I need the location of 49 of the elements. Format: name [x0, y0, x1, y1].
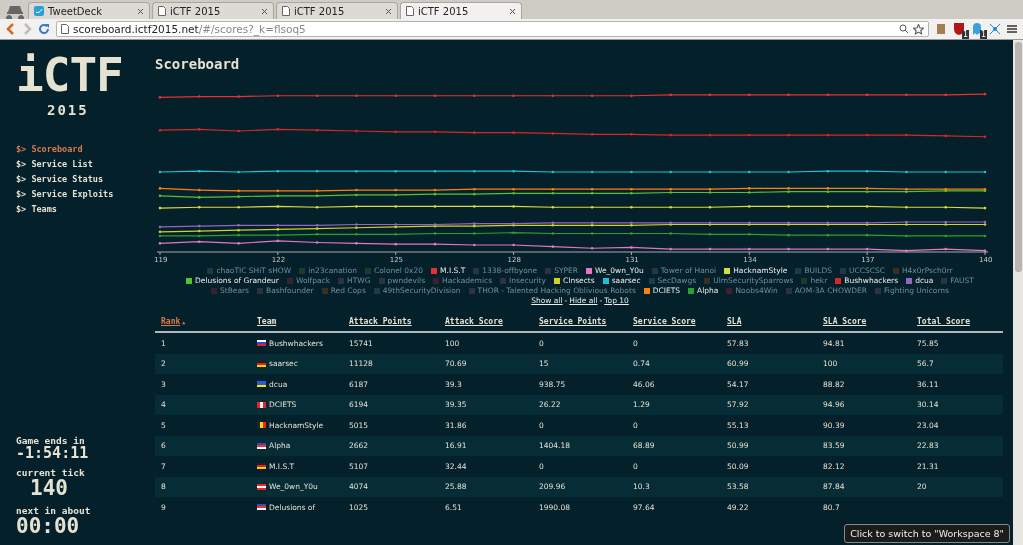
nav-link[interactable]: $> Teams — [16, 204, 57, 214]
browser-tab[interactable]: iCTF 2015 — [152, 2, 274, 19]
page-title: Scoreboard — [155, 56, 240, 72]
zoom-icon[interactable] — [899, 24, 909, 34]
page-icon — [282, 6, 290, 16]
status-value: -1:54:11 — [16, 446, 89, 461]
browser-tab[interactable]: iCTF 2015 — [400, 2, 522, 19]
nav-link[interactable]: $> Scoreboard — [16, 144, 83, 154]
menu-icon[interactable] — [1007, 24, 1017, 34]
scrollbar-thumb[interactable] — [1014, 42, 1022, 272]
close-icon[interactable] — [137, 7, 144, 15]
page-icon — [61, 24, 69, 34]
network-icon[interactable] — [989, 23, 1001, 35]
column-header[interactable]: Attack Points — [349, 316, 412, 326]
browser-tab[interactable]: TweetDeck — [28, 2, 150, 19]
column-header[interactable]: Service Points — [539, 316, 607, 326]
extension-icon[interactable] — [935, 22, 947, 36]
page-icon — [406, 6, 414, 16]
close-icon[interactable] — [261, 7, 268, 15]
star-icon[interactable] — [913, 23, 924, 35]
close-icon[interactable] — [509, 7, 516, 15]
status-value: 00:00 — [16, 516, 80, 537]
status-value: 140 — [30, 478, 68, 499]
status-label: current tick — [16, 467, 85, 478]
browser-tab[interactable]: iCTF 2015 — [276, 2, 398, 19]
page-icon — [158, 6, 166, 16]
reload-icon[interactable] — [38, 23, 50, 35]
address-field[interactable]: scoreboard.ictf2015.net/#/scores?_k=flsoq5 — [56, 21, 929, 37]
column-header[interactable]: Attack Score — [445, 316, 503, 326]
badge: 1 — [979, 30, 987, 39]
status-label: next in about — [16, 505, 91, 516]
shield-icon[interactable] — [953, 22, 965, 36]
tooltip: Click to switch to "Workspace 8" — [844, 524, 1010, 543]
column-header[interactable]: SLA Score — [823, 316, 867, 326]
status-label: Game ends in — [16, 435, 85, 446]
logo-year: 2015 — [47, 102, 89, 118]
back-icon[interactable] — [6, 23, 16, 35]
column-header[interactable]: Service Score — [633, 316, 696, 326]
column-header[interactable]: SLA — [727, 316, 742, 326]
logo-title: iCTF — [16, 52, 123, 98]
nav-link[interactable]: $> Service Exploits — [16, 189, 114, 199]
nav-link[interactable]: $> Service List — [16, 159, 93, 169]
nav-link[interactable]: $> Service Status — [16, 174, 104, 184]
column-header[interactable]: Total Score — [917, 316, 970, 326]
close-icon[interactable] — [385, 7, 392, 15]
incognito-icon — [4, 3, 26, 19]
column-header[interactable]: Team — [257, 316, 277, 326]
badge: 1 — [961, 30, 969, 39]
ghost-icon[interactable] — [971, 22, 983, 36]
